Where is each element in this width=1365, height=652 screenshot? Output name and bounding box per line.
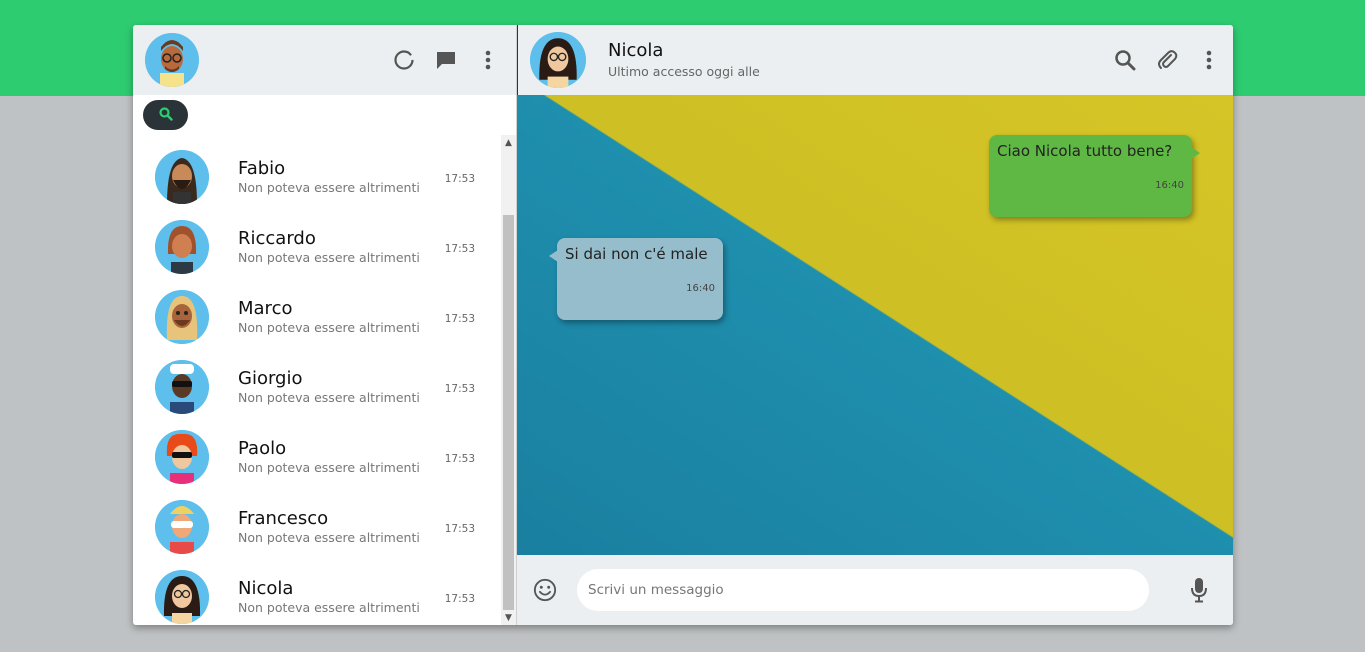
- contact-item[interactable]: Francesco Non poteva essere altrimenti 1…: [133, 492, 501, 562]
- status-icon[interactable]: [392, 48, 416, 72]
- contact-preview: Non poteva essere altrimenti: [238, 599, 420, 615]
- search-icon[interactable]: [1113, 48, 1137, 72]
- sidebar: Fabio Non poteva essere altrimenti 17:53…: [133, 25, 517, 625]
- contact-time: 17:53: [444, 453, 475, 465]
- contact-name: Marco: [238, 297, 293, 319]
- contact-time: 17:53: [444, 383, 475, 395]
- contact-time: 17:53: [444, 593, 475, 605]
- contact-preview: Non poteva essere altrimenti: [238, 529, 420, 545]
- message-time: 16:40: [1155, 180, 1184, 191]
- contact-avatar: [155, 220, 209, 274]
- contact-preview: Non poteva essere altrimenti: [238, 389, 420, 405]
- contact-time: 17:53: [444, 313, 475, 325]
- chat-header: Nicola Ultimo accesso oggi alle: [517, 25, 1233, 95]
- contact-item[interactable]: Nicola Non poteva essere altrimenti 17:5…: [133, 562, 501, 625]
- contact-name: Nicola: [238, 577, 294, 599]
- message-time: 16:40: [686, 283, 715, 294]
- contact-avatar: [155, 150, 209, 204]
- contact-preview: Non poteva essere altrimenti: [238, 179, 420, 195]
- menu-icon[interactable]: [476, 48, 500, 72]
- chat-footer: [517, 555, 1233, 625]
- chat-contact-avatar[interactable]: [530, 32, 586, 88]
- chat-last-seen: Ultimo accesso oggi alle: [608, 64, 760, 79]
- message-received[interactable]: Si dai non c'é male 16:40: [549, 238, 723, 320]
- contact-item[interactable]: Paolo Non poteva essere altrimenti 17:53: [133, 422, 501, 492]
- contact-avatar: [155, 570, 209, 624]
- sidebar-header: [133, 25, 516, 95]
- chat-contact-name: Nicola: [608, 40, 664, 61]
- message-sent[interactable]: Ciao Nicola tutto bene? 16:40: [989, 135, 1200, 217]
- contact-name: Francesco: [238, 507, 329, 529]
- contact-time: 17:53: [444, 523, 475, 535]
- contact-avatar: [155, 500, 209, 554]
- microphone-icon[interactable]: [1187, 578, 1211, 603]
- search-row: [133, 95, 516, 135]
- contact-name: Riccardo: [238, 227, 316, 249]
- contact-scrollbar[interactable]: ▲ ▼: [501, 135, 516, 625]
- chat-app: Fabio Non poteva essere altrimenti 17:53…: [133, 25, 1233, 625]
- scroll-down-icon[interactable]: ▼: [501, 610, 516, 625]
- contact-list: Fabio Non poteva essere altrimenti 17:53…: [133, 135, 501, 625]
- chat-messages: Ciao Nicola tutto bene? 16:40 Si dai non…: [517, 95, 1233, 555]
- chat-panel: Nicola Ultimo accesso oggi alle Ciao Nic…: [517, 25, 1233, 625]
- contact-item[interactable]: Marco Non poteva essere altrimenti 17:53: [133, 282, 501, 352]
- contact-preview: Non poteva essere altrimenti: [238, 459, 420, 475]
- message-text: Ciao Nicola tutto bene?: [997, 142, 1173, 160]
- contact-name: Paolo: [238, 437, 287, 459]
- contact-item[interactable]: Riccardo Non poteva essere altrimenti 17…: [133, 212, 501, 282]
- paperclip-icon[interactable]: [1155, 48, 1179, 72]
- contact-avatar: [155, 290, 209, 344]
- user-avatar[interactable]: [145, 33, 199, 87]
- contact-time: 17:53: [444, 243, 475, 255]
- scroll-thumb[interactable]: [503, 215, 514, 610]
- message-input[interactable]: [577, 569, 1149, 611]
- search-button[interactable]: [143, 100, 188, 130]
- search-icon: [158, 106, 173, 125]
- contact-name: Fabio: [238, 157, 286, 179]
- contact-avatar: [155, 430, 209, 484]
- message-text: Si dai non c'é male: [565, 245, 708, 263]
- contact-panel: Fabio Non poteva essere altrimenti 17:53…: [133, 135, 516, 625]
- contact-avatar: [155, 360, 209, 414]
- scroll-up-icon[interactable]: ▲: [501, 135, 516, 150]
- contact-preview: Non poteva essere altrimenti: [238, 249, 420, 265]
- smiley-icon[interactable]: [533, 578, 557, 602]
- contact-preview: Non poteva essere altrimenti: [238, 319, 420, 335]
- contact-time: 17:53: [444, 173, 475, 185]
- new-chat-icon[interactable]: [434, 48, 458, 72]
- contact-item[interactable]: Fabio Non poteva essere altrimenti 17:53: [133, 142, 501, 212]
- menu-icon[interactable]: [1197, 48, 1221, 72]
- contact-item[interactable]: Giorgio Non poteva essere altrimenti 17:…: [133, 352, 501, 422]
- contact-name: Giorgio: [238, 367, 303, 389]
